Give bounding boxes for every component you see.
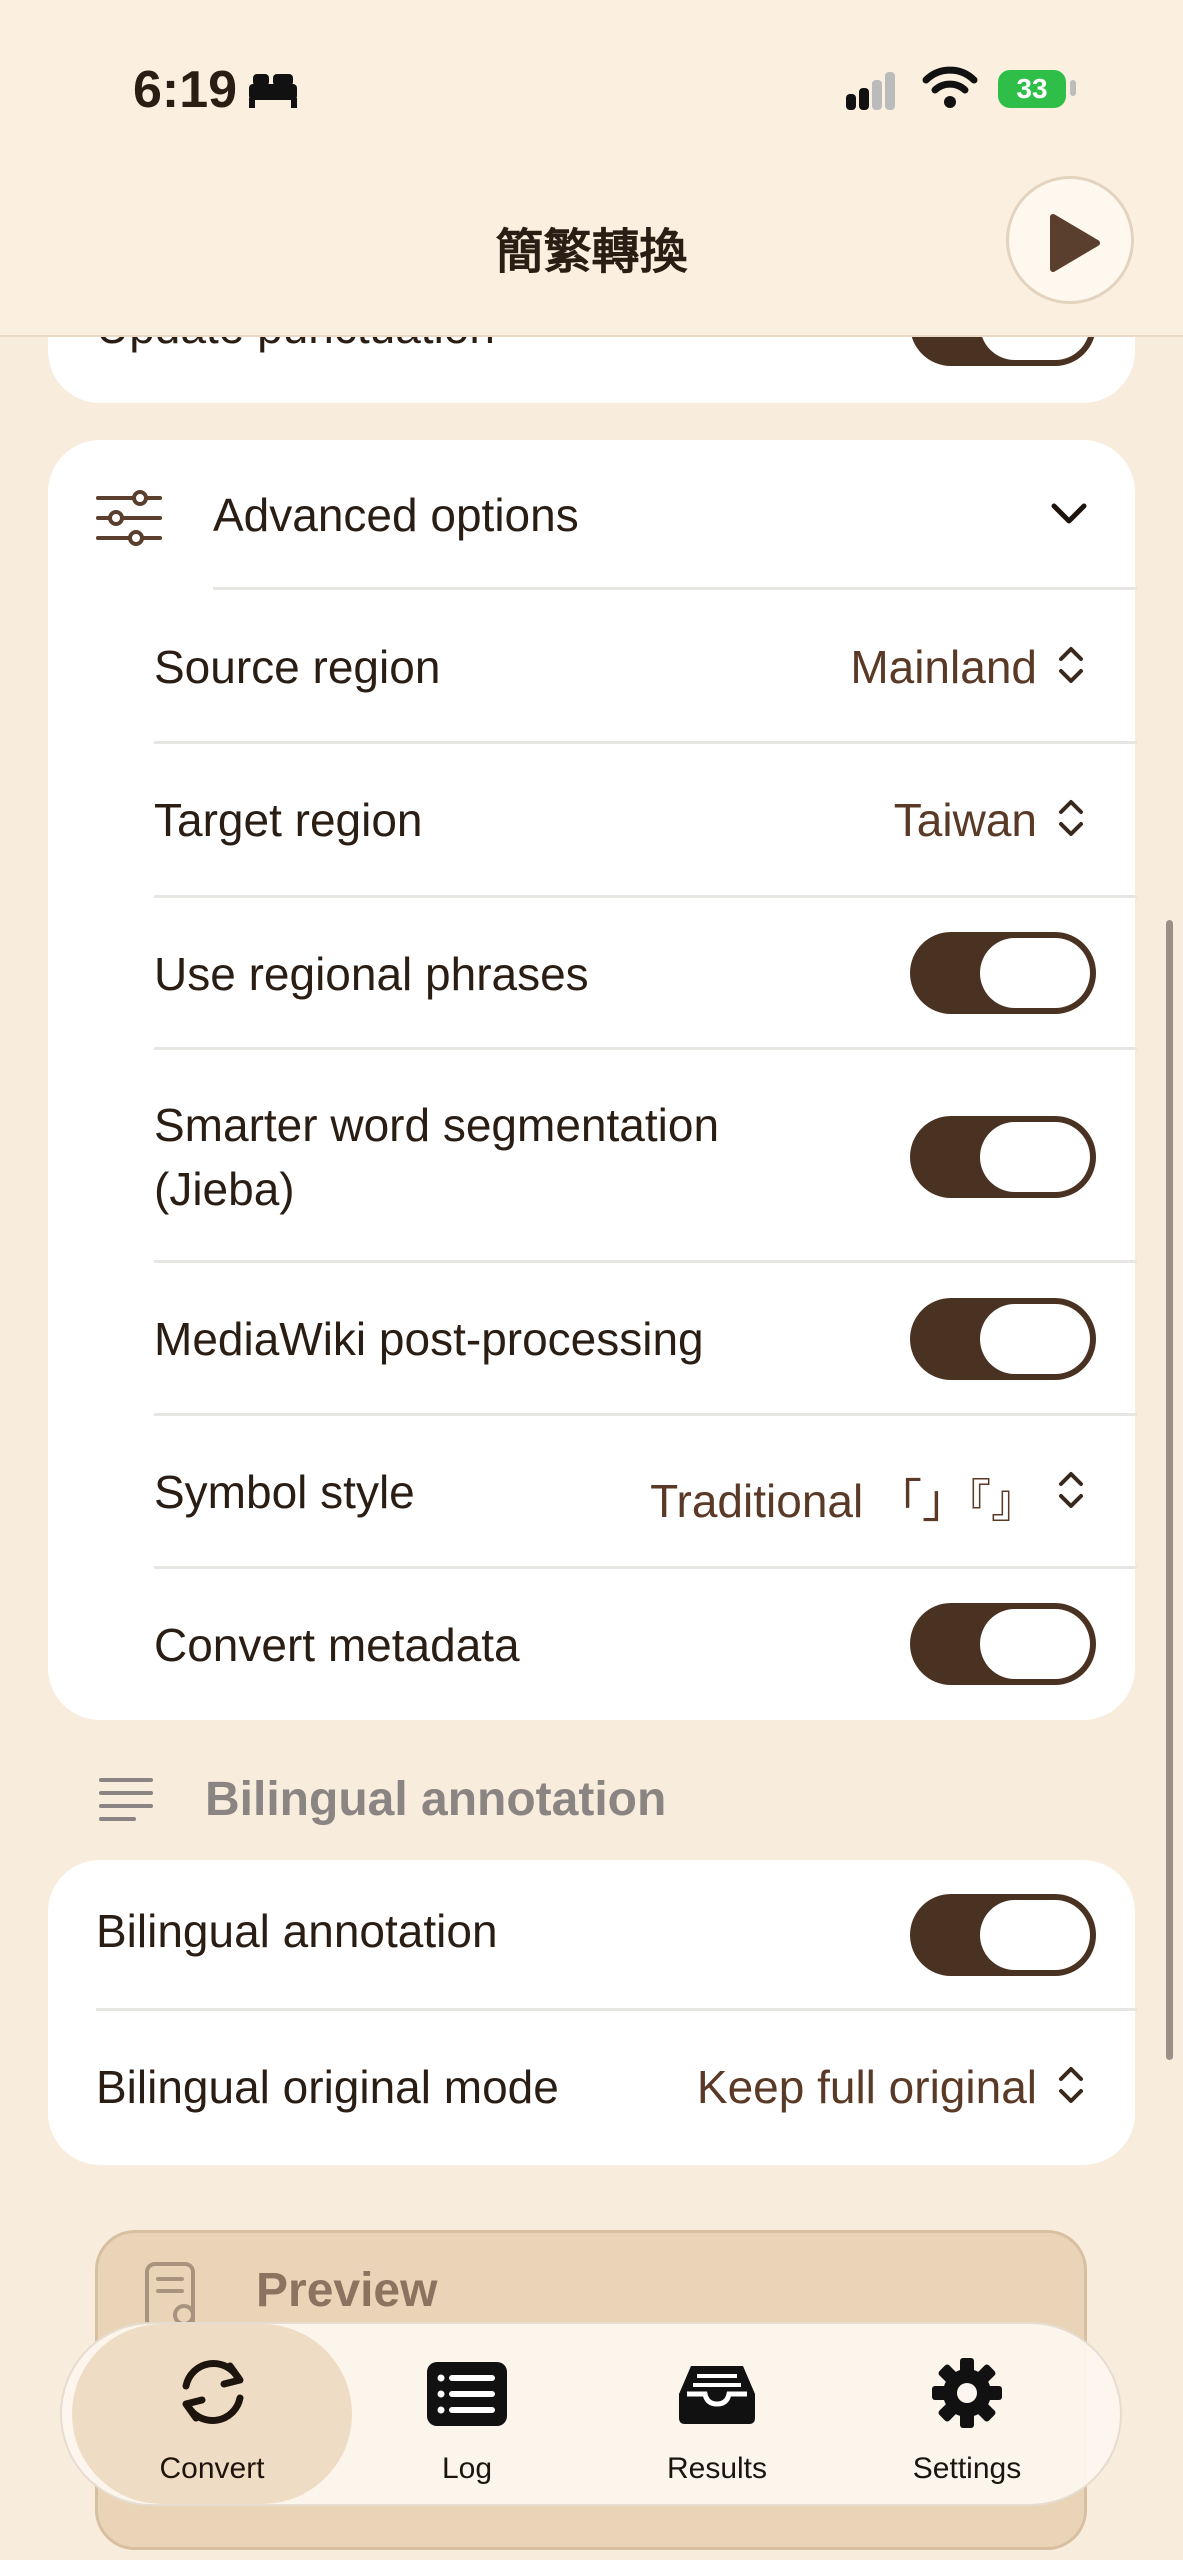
list-icon bbox=[427, 2362, 507, 2426]
jieba-label-line1: Smarter word segmentation bbox=[154, 1099, 720, 1151]
tray-icon bbox=[679, 2366, 755, 2424]
target-region-label: Target region bbox=[154, 794, 423, 846]
convert-metadata-toggle[interactable] bbox=[910, 1603, 1096, 1685]
advanced-options-title[interactable]: Advanced options bbox=[213, 488, 579, 542]
divider bbox=[213, 587, 1137, 590]
advanced-options-card: Advanced options Source region Mainland … bbox=[48, 440, 1137, 1720]
cellular-signal-icon bbox=[846, 70, 895, 110]
regional-phrases-label: Use regional phrases bbox=[154, 948, 589, 1000]
status-time: 6:19 bbox=[133, 61, 238, 119]
symbol-style-value[interactable]: Traditional 「」『』 bbox=[650, 1465, 1037, 1531]
text-lines-icon bbox=[99, 1778, 153, 1821]
tab-bar: Convert Log Results Settings bbox=[60, 2322, 1122, 2506]
bilingual-original-mode-label: Bilingual original mode bbox=[96, 2061, 559, 2113]
tab-convert-label: Convert bbox=[159, 2452, 265, 2485]
symbol-style-label: Symbol style bbox=[154, 1466, 415, 1518]
divider bbox=[154, 1566, 1137, 1569]
tab-convert[interactable]: Convert bbox=[72, 2324, 352, 2504]
jieba-label-line2: (Jieba) bbox=[154, 1163, 295, 1215]
tab-settings-label: Settings bbox=[912, 2452, 1022, 2485]
convert-metadata-label: Convert metadata bbox=[154, 1619, 520, 1671]
tab-log-label: Log bbox=[441, 2452, 493, 2485]
battery-tip bbox=[1070, 80, 1076, 96]
tab-settings[interactable]: Settings bbox=[842, 2324, 1092, 2504]
sliders-icon bbox=[96, 490, 162, 546]
document-icon bbox=[145, 2262, 195, 2330]
mediawiki-label: MediaWiki post-processing bbox=[154, 1313, 704, 1365]
divider bbox=[96, 2008, 1137, 2011]
source-region-label: Source region bbox=[154, 641, 441, 693]
bilingual-annotation-toggle[interactable] bbox=[910, 1894, 1096, 1976]
jieba-toggle[interactable] bbox=[910, 1116, 1096, 1198]
regional-phrases-toggle[interactable] bbox=[910, 932, 1096, 1014]
preview-label: Preview bbox=[256, 2264, 438, 2317]
chevron-up-down-icon[interactable] bbox=[1056, 2063, 1086, 2107]
battery-indicator: 33 bbox=[998, 70, 1066, 108]
target-region-value[interactable]: Taiwan bbox=[894, 793, 1037, 847]
run-button[interactable] bbox=[1006, 176, 1134, 304]
chevron-down-icon[interactable] bbox=[1050, 502, 1088, 526]
bilingual-original-mode-value[interactable]: Keep full original bbox=[697, 2060, 1037, 2114]
chevron-up-down-icon[interactable] bbox=[1056, 643, 1086, 687]
tab-results-label: Results bbox=[666, 2452, 768, 2485]
source-region-value[interactable]: Mainland bbox=[850, 640, 1037, 694]
divider bbox=[154, 1260, 1137, 1263]
scrollbar[interactable] bbox=[1166, 920, 1173, 2060]
divider bbox=[154, 895, 1137, 898]
wifi-icon bbox=[922, 66, 978, 108]
tab-results[interactable]: Results bbox=[592, 2324, 842, 2504]
divider bbox=[154, 1047, 1137, 1050]
sleep-focus-icon bbox=[249, 74, 297, 108]
chevron-up-down-icon[interactable] bbox=[1056, 796, 1086, 840]
play-icon bbox=[1050, 214, 1100, 272]
navigation-bar: 6:19 33 簡繁轉換 bbox=[0, 0, 1183, 337]
bilingual-annotation-label: Bilingual annotation bbox=[96, 1905, 498, 1957]
mediawiki-toggle[interactable] bbox=[910, 1298, 1096, 1380]
bilingual-section-title: Bilingual annotation bbox=[205, 1773, 667, 1826]
divider bbox=[154, 1413, 1137, 1416]
chevron-up-down-icon[interactable] bbox=[1056, 1468, 1086, 1512]
bilingual-card: Bilingual annotation Bilingual original … bbox=[48, 1860, 1137, 2165]
divider bbox=[154, 741, 1137, 744]
gear-icon bbox=[932, 2358, 1002, 2428]
tab-log[interactable]: Log bbox=[342, 2324, 592, 2504]
refresh-icon bbox=[182, 2359, 244, 2425]
